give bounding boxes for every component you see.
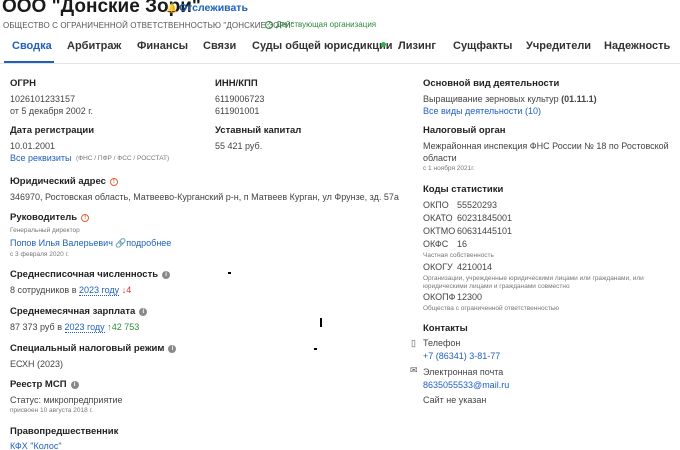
stray-mark [228,272,231,274]
tab-leasing[interactable]: Лизинг [398,40,436,52]
info-icon[interactable]: i [139,308,148,316]
predecessor-link[interactable]: КФХ "Колос" [10,441,62,450]
okopf-row: ОКОПФ 12300 [423,292,483,302]
head-name-link[interactable]: Попов Илья Валерьевич [10,238,113,248]
tax-org-value: Межрайонная инспекция ФНС России № 18 по… [423,141,669,151]
tab-bar: Сводка Арбитраж Финансы Связи Суды общей… [0,36,680,64]
address-value: 346970, Ростовская область, Матвеево-Кур… [10,192,399,202]
inn-value: 6119006723 [215,94,265,104]
all-requisites-link[interactable]: Все реквизиты [10,153,72,163]
track-button[interactable]: 🔔 Отслеживать [166,0,248,15]
staff-value: 8 сотрудников в 2023 году ↓4 [10,285,132,296]
active-tab-indicator [4,61,54,63]
info-icon[interactable]: i [70,381,79,389]
okato-row: ОКАТО 60231845001 [423,213,513,223]
salary-label: Среднемесячная зарплата i [10,306,148,317]
tab-courts[interactable]: Суды общей юрисдикции [252,40,392,52]
ogrn-value: 1026101233157 [10,94,76,104]
reg-date-label: Дата регистрации [10,125,95,136]
activity-value: Выращивание зерновых культур (01.11.1) [423,94,597,104]
summary-content: ОГРН 1026101233157 от 5 декабря 2002 г. … [0,66,680,450]
msp-value: Статус: микропредприятие [10,395,123,405]
head-more-link[interactable]: 🔗подробнее [115,238,171,249]
ogrn-date: от 5 декабря 2002 г. [10,106,93,116]
status-text: Действующая организация [276,20,377,29]
warning-icon[interactable]: ! [109,178,118,186]
tab-links[interactable]: Связи [203,40,236,52]
ogrn-label: ОГРН [10,78,36,89]
kpp-value: 611901001 [215,106,260,116]
salary-value: 87 373 руб в 2023 году ↑42 753 [10,322,140,333]
tab-reliability[interactable]: Надежность [604,40,670,52]
okogu-row: ОКОГУ 4210014 [423,262,493,272]
tab-arbitration[interactable]: Арбитраж [67,40,121,52]
salary-year-link[interactable]: 2023 году [64,322,105,333]
head-label: Руководитель! [10,212,90,223]
tab-summary[interactable]: Сводка [12,40,52,52]
info-icon[interactable]: i [168,345,177,353]
info-icon[interactable]: i [162,271,171,279]
tax-regime-label: Специальный налоговый режим i [10,343,177,354]
check-circle-icon: ✓ [265,20,273,29]
link-icon: 🔗 [115,238,127,248]
company-header: ООО "Донские Зори" 🔔 Отслеживать ОБЩЕСТВ… [0,0,680,36]
stray-mark [320,318,322,327]
all-activities-link[interactable]: Все виды деятельности (10) [423,106,541,116]
bell-icon: 🔔 [166,2,178,13]
track-label: Отслеживать [179,1,248,14]
new-indicator-dot [381,42,386,47]
email-link[interactable]: 8635055533@mail.ru [423,380,509,390]
okopf-note: Общества с ограниченной ответственностью [423,305,560,312]
okogu-note-2: юридическими лицами и гражданами совмест… [423,283,570,290]
predecessor-label: Правопредшественник [10,426,119,437]
okfs-note: Частная собственность [423,252,494,259]
tax-org-since: с 1 ноября 2021г. [423,165,475,172]
msp-date: присвоен 10 августа 2018 г. [10,407,93,414]
tax-org-label: Налоговый орган [423,125,506,136]
all-requisites-note: (ФНС / ПФР / ФСС / РОССТАТ) [76,155,170,162]
site-value: Сайт не указан [423,395,487,405]
activity-label: Основной вид деятельности [423,78,560,89]
staff-year-link[interactable]: 2023 году [79,285,120,296]
warning-icon[interactable]: ! [81,214,90,222]
tab-founders[interactable]: Учредители [526,40,591,52]
msp-label: Реестр МСП i [10,379,79,390]
okfs-row: ОКФС 16 [423,239,468,249]
address-label: Юридический адрес! [10,176,118,187]
tab-finance[interactable]: Финансы [137,40,188,52]
salary-delta: ↑42 753 [107,322,140,332]
tab-facts[interactable]: Сущфакты [453,40,512,52]
status-badge: ✓ Действующая организация [265,20,376,29]
reg-date-value: 10.01.2001 [10,141,56,151]
stats-codes-label: Коды статистики [423,184,504,195]
staff-delta: ↓4 [121,285,132,295]
head-since: с 3 февраля 2020 г. [10,251,69,258]
phone-icon: ▯ [411,338,416,348]
mail-icon: ✉ [410,365,418,375]
capital-value: 55 421 руб. [215,141,263,151]
contacts-label: Контакты [423,323,468,334]
capital-label: Уставный капитал [215,125,302,136]
okogu-note: Организации, учрежденные юридическими ли… [423,275,644,282]
company-full-name: ОБЩЕСТВО С ОГРАНИЧЕННОЙ ОТВЕТСТВЕННОСТЬЮ… [3,21,294,30]
staff-label: Среднесписочная численность i [10,269,171,280]
phone-link[interactable]: +7 (86341) 3-81-77 [423,351,500,361]
tax-regime-value: ЕСХН (2023) [10,359,64,369]
oktmo-row: ОКТМО 60631445101 [423,226,513,236]
inn-label: ИНН/КПП [215,78,258,89]
tax-org-value-2: области [423,153,457,163]
okpo-row: ОКПО 55520293 [423,200,498,210]
email-label: Электронная почта [423,367,504,377]
phone-label: Телефон [423,338,461,348]
stray-mark [314,348,317,350]
head-role: Генеральный директор [10,227,80,234]
